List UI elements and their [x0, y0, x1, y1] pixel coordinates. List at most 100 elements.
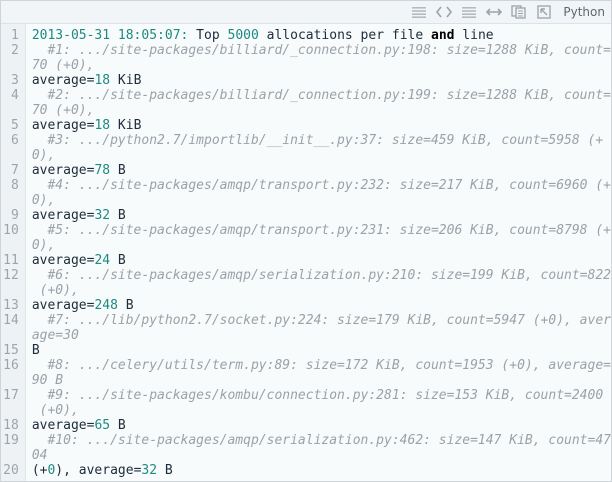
line-number: 19: [3, 433, 19, 448]
code-line: #7: .../lib/python2.7/socket.py:224: siz…: [32, 313, 611, 328]
comment-text: #2: .../site-packages/billiard/_connecti…: [31, 88, 611, 103]
code-line: 0),: [32, 238, 611, 253]
timestamp: 2013-05-31 18:05:07:: [31, 28, 189, 43]
code-line: 90 B: [32, 373, 611, 388]
line-number: 1: [10, 28, 19, 43]
code-lines: 2013-05-31 18:05:07: Top 5000 allocation…: [26, 24, 611, 481]
line-number: 17: [3, 388, 19, 403]
code-text: average=: [31, 208, 95, 223]
code-line: #2: .../site-packages/billiard/_connecti…: [32, 88, 611, 103]
code-text: ), average=: [55, 463, 142, 478]
code-line: 2013-05-31 18:05:07: Top 5000 allocation…: [32, 28, 611, 43]
number-literal: 32: [94, 208, 111, 223]
wrap-arrows-icon[interactable]: [486, 4, 503, 20]
code-line: (+0), average=32 B: [32, 463, 611, 478]
code-line: #6: .../site-packages/amqp/serialization…: [32, 268, 611, 283]
line-number-continuation: [1, 58, 25, 73]
line-number-continuation: [1, 103, 25, 118]
comment-text: #7: .../lib/python2.7/socket.py:224: siz…: [31, 313, 611, 328]
code-line: #1: .../site-packages/billiard/_connecti…: [32, 43, 611, 58]
number-literal: 248: [94, 298, 118, 313]
code-text: B: [110, 163, 126, 178]
code-line: (+0),: [32, 403, 611, 418]
copy-icon[interactable]: [511, 4, 527, 20]
line-number-continuation: [1, 373, 25, 388]
code-line: B: [32, 343, 611, 358]
line-number: 14: [3, 313, 19, 328]
comment-text: 70 (+0),: [31, 103, 95, 118]
number-literal: 78: [94, 163, 111, 178]
line-number: 5: [10, 118, 19, 133]
comment-text: #9: .../site-packages/kombu/connection.p…: [31, 388, 604, 403]
comment-text: 0),: [31, 238, 56, 253]
line-number: 8: [10, 178, 19, 193]
comment-text: #5: .../site-packages/amqp/transport.py:…: [31, 223, 611, 238]
code-line: average=24 B: [32, 253, 611, 268]
line-number: 18: [3, 418, 19, 433]
comment-text: #1: .../site-packages/billiard/_connecti…: [31, 43, 611, 58]
code-line: #3: .../python2.7/importlib/__init__.py:…: [32, 133, 611, 148]
comment-text: age=30: [31, 328, 79, 343]
comment-text: 0),: [31, 148, 56, 163]
view-source-icon[interactable]: [411, 4, 427, 20]
code-line: 0),: [32, 148, 611, 163]
code-brackets-icon[interactable]: [436, 4, 453, 20]
language-label: Python: [563, 5, 605, 19]
code-text: B: [31, 343, 40, 358]
line-number: 12: [3, 268, 19, 283]
line-number: 9: [10, 208, 19, 223]
code-line: #5: .../site-packages/amqp/transport.py:…: [32, 223, 611, 238]
number-literal: 5000: [227, 28, 259, 43]
code-area: 12 34 56 78 9 10 11 12 13 14 15 16 17 18 19 2…: [1, 24, 611, 481]
code-text: line: [454, 28, 494, 43]
code-line: #8: .../celery/utils/term.py:89: size=17…: [32, 358, 611, 373]
code-line: 70 (+0),: [32, 103, 611, 118]
code-line: #4: .../site-packages/amqp/transport.py:…: [32, 178, 611, 193]
comment-text: (+0),: [31, 283, 79, 298]
line-number: 10: [3, 223, 19, 238]
code-block: Python 12 34 56 78 9 10 11 12 13 14 15 16 17…: [0, 0, 612, 482]
comment-text: #10: .../site-packages/amqp/serializatio…: [31, 433, 611, 448]
line-number-continuation: [1, 283, 25, 298]
code-line: average=78 B: [32, 163, 611, 178]
code-text: average=: [31, 298, 95, 313]
line-number: 16: [3, 358, 19, 373]
code-line: #10: .../site-packages/amqp/serializatio…: [32, 433, 611, 448]
comment-text: 04: [31, 448, 48, 463]
comment-text: 90 B: [31, 373, 64, 388]
line-number: 2: [10, 43, 19, 58]
code-text: B: [157, 463, 173, 478]
expand-icon[interactable]: [461, 4, 477, 20]
comment-text: #8: .../celery/utils/term.py:89: size=17…: [31, 358, 611, 373]
code-text: allocations per file: [258, 28, 431, 43]
code-text: B: [110, 418, 126, 433]
code-line: average=248 B: [32, 298, 611, 313]
keyword: and: [431, 28, 455, 43]
code-text: (+: [31, 463, 48, 478]
line-number-continuation: [1, 148, 25, 163]
number-literal: 18: [94, 118, 111, 133]
line-number: 15: [3, 343, 19, 358]
code-line: age=30: [32, 328, 611, 343]
code-line: 04: [32, 448, 611, 463]
code-line: average=32 B: [32, 208, 611, 223]
code-text: KiB: [110, 73, 142, 88]
code-line: 0),: [32, 193, 611, 208]
line-number-continuation: [1, 448, 25, 463]
line-number: 6: [10, 133, 19, 148]
code-text: B: [117, 298, 134, 313]
line-number-continuation: [1, 193, 25, 208]
line-number: 3: [10, 73, 19, 88]
code-text: average=: [31, 418, 95, 433]
line-number-continuation: [1, 238, 25, 253]
code-text: B: [110, 208, 126, 223]
line-number: 4: [10, 88, 19, 103]
line-number: 7: [10, 163, 19, 178]
code-text: B: [110, 253, 126, 268]
line-number: 11: [3, 253, 19, 268]
code-text: average=: [31, 253, 95, 268]
popout-icon[interactable]: [536, 4, 552, 20]
number-literal: 32: [141, 463, 158, 478]
comment-text: 0),: [31, 193, 56, 208]
comment-text: #3: .../python2.7/importlib/__init__.py:…: [31, 133, 604, 148]
